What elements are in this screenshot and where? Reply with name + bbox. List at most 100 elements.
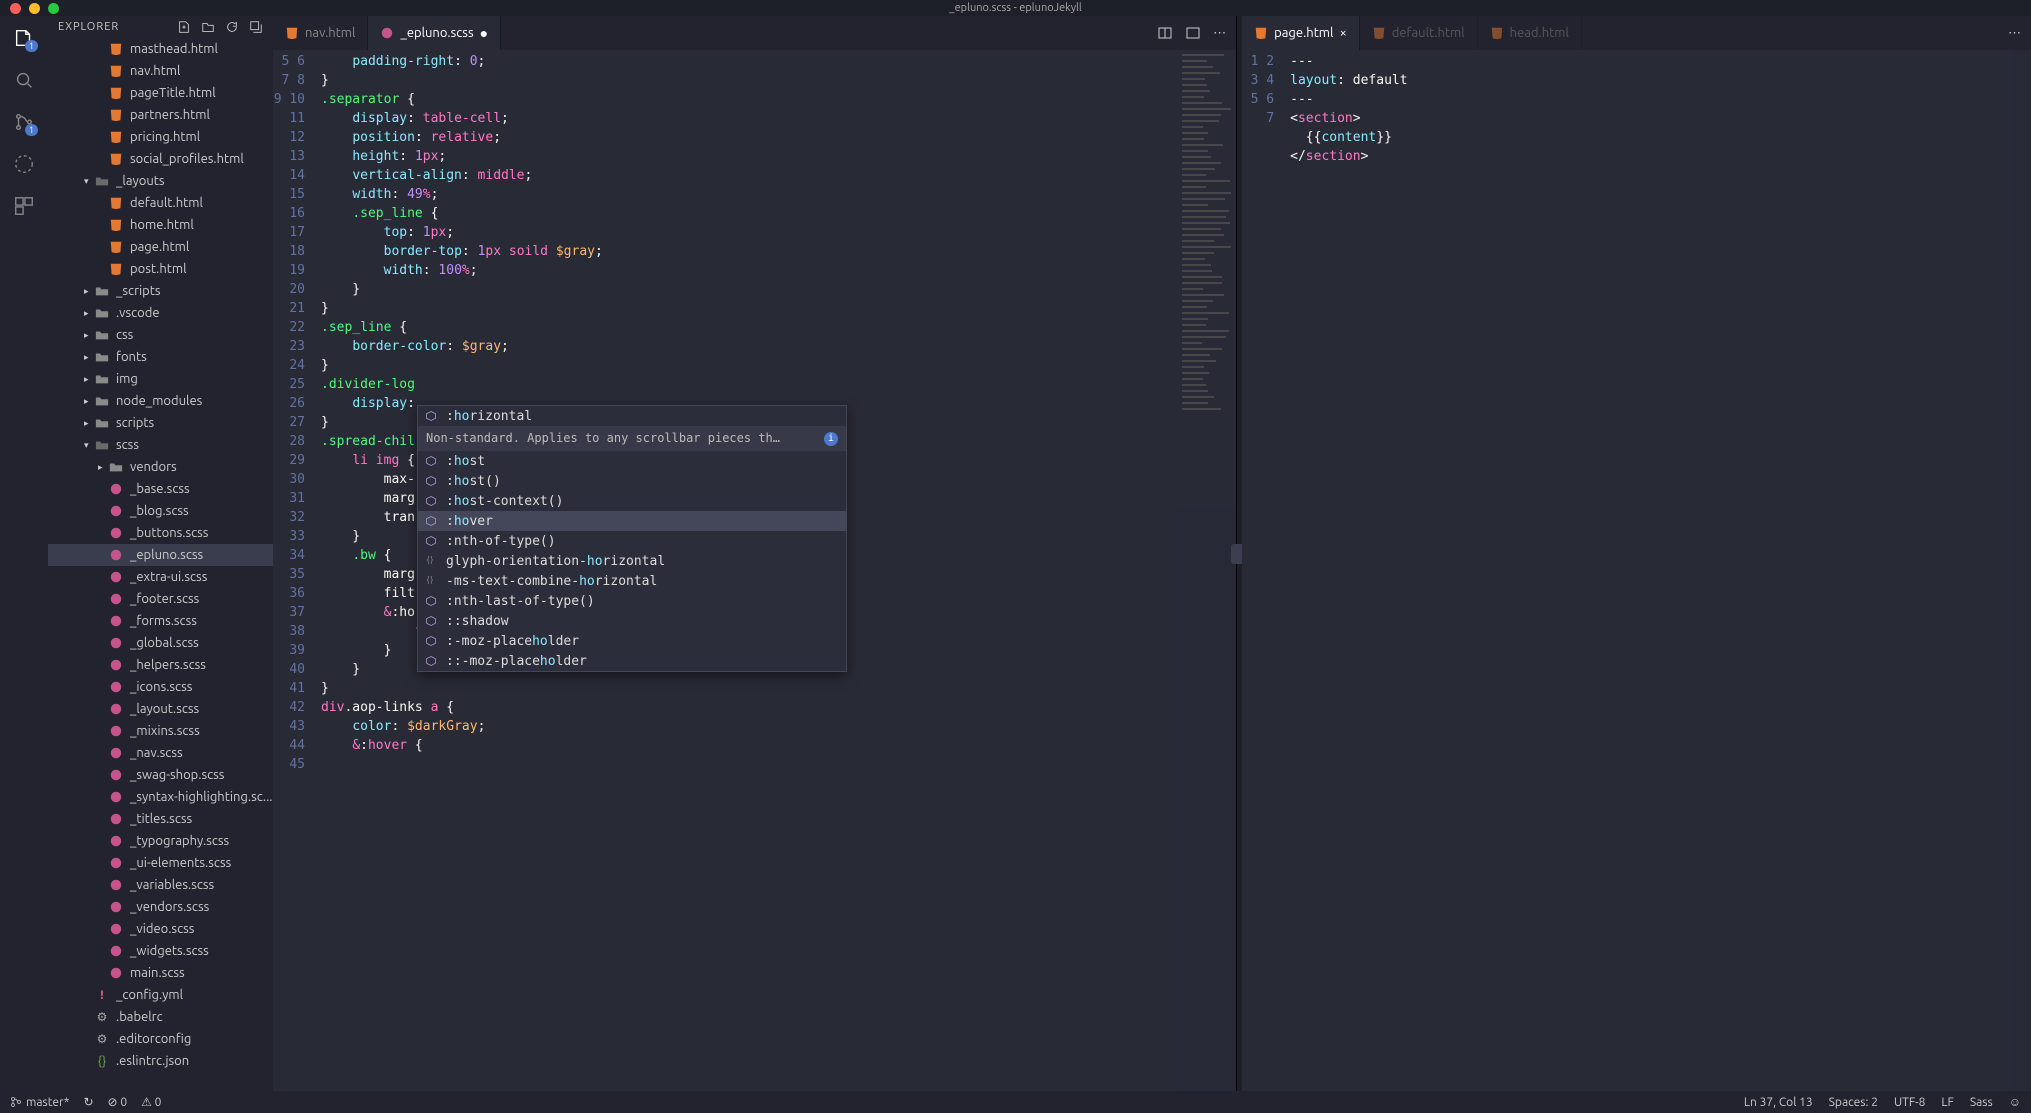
tree-item[interactable]: _mixins.scss — [48, 720, 273, 742]
close-icon[interactable]: × — [1339, 26, 1346, 40]
tree-item[interactable]: _icons.scss — [48, 676, 273, 698]
tree-item[interactable]: _widgets.scss — [48, 940, 273, 962]
status-sync[interactable]: ↻ — [83, 1095, 93, 1109]
status-spaces[interactable]: Spaces: 2 — [1829, 1096, 1878, 1109]
status-cursor[interactable]: Ln 37, Col 13 — [1744, 1096, 1813, 1109]
tree-item[interactable]: nav.html — [48, 60, 273, 82]
tree-item[interactable]: partners.html — [48, 104, 273, 126]
file-tree[interactable]: masthead.htmlnav.htmlpageTitle.htmlpartn… — [48, 38, 273, 1091]
split-editor-icon[interactable] — [1157, 25, 1173, 41]
code-left[interactable]: padding-right: 0;}.separator { display: … — [321, 50, 1176, 1091]
suggest-item[interactable]: :nth-last-of-type() — [418, 591, 846, 611]
status-language[interactable]: Sass — [1970, 1096, 1993, 1109]
tree-item[interactable]: _layout.scss — [48, 698, 273, 720]
refresh-icon[interactable] — [225, 20, 239, 34]
tree-item[interactable]: _forms.scss — [48, 610, 273, 632]
tree-item[interactable]: post.html — [48, 258, 273, 280]
tree-item[interactable]: _helpers.scss — [48, 654, 273, 676]
tree-item[interactable]: pageTitle.html — [48, 82, 273, 104]
suggest-item[interactable]: :host() — [418, 471, 846, 491]
status-eol[interactable]: LF — [1941, 1096, 1953, 1109]
collapse-all-icon[interactable] — [249, 20, 263, 34]
suggest-item[interactable]: ::-moz-placeholder — [418, 651, 846, 671]
tree-item[interactable]: _titles.scss — [48, 808, 273, 830]
tree-item[interactable]: pricing.html — [48, 126, 273, 148]
minimap-left[interactable] — [1176, 50, 1236, 1091]
tab[interactable]: _epluno.scss● — [368, 16, 501, 50]
code-right[interactable]: ---layout: default---<section> {{content… — [1290, 50, 2011, 1091]
status-errors[interactable]: ⊘ 0 — [108, 1095, 128, 1109]
status-feedback[interactable]: ☺ — [2009, 1095, 2021, 1109]
more-icon[interactable]: ⋯ — [1213, 26, 1226, 41]
tree-item[interactable]: _footer.scss — [48, 588, 273, 610]
new-folder-icon[interactable] — [201, 20, 215, 34]
tree-item[interactable]: _base.scss — [48, 478, 273, 500]
tree-item[interactable]: ▸img — [48, 368, 273, 390]
tree-item[interactable]: main.scss — [48, 962, 273, 984]
tree-item[interactable]: _typography.scss — [48, 830, 273, 852]
editor-body-right[interactable]: 1 2 3 4 5 6 7 ---layout: default---<sect… — [1242, 50, 2031, 1091]
tree-item[interactable]: _vendors.scss — [48, 896, 273, 918]
status-encoding[interactable]: UTF-8 — [1894, 1096, 1925, 1109]
suggest-item[interactable]: :nth-of-type() — [418, 531, 846, 551]
tree-item[interactable]: {}.eslintrc.json — [48, 1050, 273, 1072]
tree-item[interactable]: default.html — [48, 192, 273, 214]
suggest-item[interactable]: glyph-orientation-horizontal — [418, 551, 846, 571]
tree-item[interactable]: _extra-ui.scss — [48, 566, 273, 588]
minimap-right[interactable] — [2011, 50, 2031, 1091]
tree-item[interactable]: _variables.scss — [48, 874, 273, 896]
tree-item[interactable]: !_config.yml — [48, 984, 273, 1006]
tree-item[interactable]: ⚙.babelrc — [48, 1006, 273, 1028]
suggest-item[interactable]: :host — [418, 451, 846, 471]
suggest-item[interactable]: :horizontal — [418, 406, 846, 426]
tree-item[interactable]: ▸scripts — [48, 412, 273, 434]
editor-body-left[interactable]: 5 6 7 8 9 10 11 12 13 14 15 16 17 18 19 … — [273, 50, 1236, 1091]
zoom-window-icon[interactable] — [48, 3, 59, 14]
tree-item[interactable]: _epluno.scss — [48, 544, 273, 566]
tree-item[interactable]: ⚙.editorconfig — [48, 1028, 273, 1050]
tree-item[interactable]: _syntax-highlighting.sc... — [48, 786, 273, 808]
layout-icon[interactable] — [1185, 25, 1201, 41]
tree-item[interactable]: ▸fonts — [48, 346, 273, 368]
suggest-item[interactable]: :host-context() — [418, 491, 846, 511]
tree-item[interactable]: _ui-elements.scss — [48, 852, 273, 874]
tab[interactable]: nav.html — [273, 16, 368, 50]
tree-item[interactable]: _blog.scss — [48, 500, 273, 522]
tree-item[interactable]: _nav.scss — [48, 742, 273, 764]
tree-item[interactable]: ▸.vscode — [48, 302, 273, 324]
status-branch[interactable]: master* — [10, 1096, 69, 1109]
tree-item[interactable]: ▸css — [48, 324, 273, 346]
tab[interactable]: page.html× — [1242, 16, 1360, 50]
explorer-icon[interactable]: 1 — [12, 26, 36, 50]
tree-item[interactable]: _swag-shop.scss — [48, 764, 273, 786]
status-warnings[interactable]: ⚠ 0 — [141, 1095, 161, 1109]
info-icon[interactable]: i — [824, 432, 838, 446]
tree-item[interactable]: _video.scss — [48, 918, 273, 940]
debug-icon[interactable] — [12, 152, 36, 176]
tree-item[interactable]: ▸vendors — [48, 456, 273, 478]
tree-item[interactable]: masthead.html — [48, 38, 273, 60]
tree-item[interactable]: social_profiles.html — [48, 148, 273, 170]
suggest-widget[interactable]: :horizontalNon-standard. Applies to any … — [417, 405, 847, 672]
suggest-item[interactable]: -ms-text-combine-horizontal — [418, 571, 846, 591]
tree-item[interactable]: ▸node_modules — [48, 390, 273, 412]
suggest-item[interactable]: ::shadow — [418, 611, 846, 631]
new-file-icon[interactable] — [177, 20, 191, 34]
tree-item[interactable]: _global.scss — [48, 632, 273, 654]
tree-item[interactable]: ▾_layouts — [48, 170, 273, 192]
tree-item[interactable]: page.html — [48, 236, 273, 258]
suggest-item[interactable]: :hover — [418, 511, 846, 531]
suggest-item[interactable]: :-moz-placeholder — [418, 631, 846, 651]
minimize-window-icon[interactable] — [29, 3, 40, 14]
extensions-icon[interactable] — [12, 194, 36, 218]
tree-item[interactable]: home.html — [48, 214, 273, 236]
search-icon[interactable] — [12, 68, 36, 92]
close-window-icon[interactable] — [10, 3, 21, 14]
source-control-icon[interactable]: 1 — [12, 110, 36, 134]
tree-item[interactable]: ▸_scripts — [48, 280, 273, 302]
more-icon[interactable]: ⋯ — [2008, 26, 2021, 41]
tree-item[interactable]: _buttons.scss — [48, 522, 273, 544]
tree-item[interactable]: ▾scss — [48, 434, 273, 456]
tab[interactable]: head.html — [1478, 16, 1582, 50]
tab[interactable]: default.html — [1360, 16, 1478, 50]
